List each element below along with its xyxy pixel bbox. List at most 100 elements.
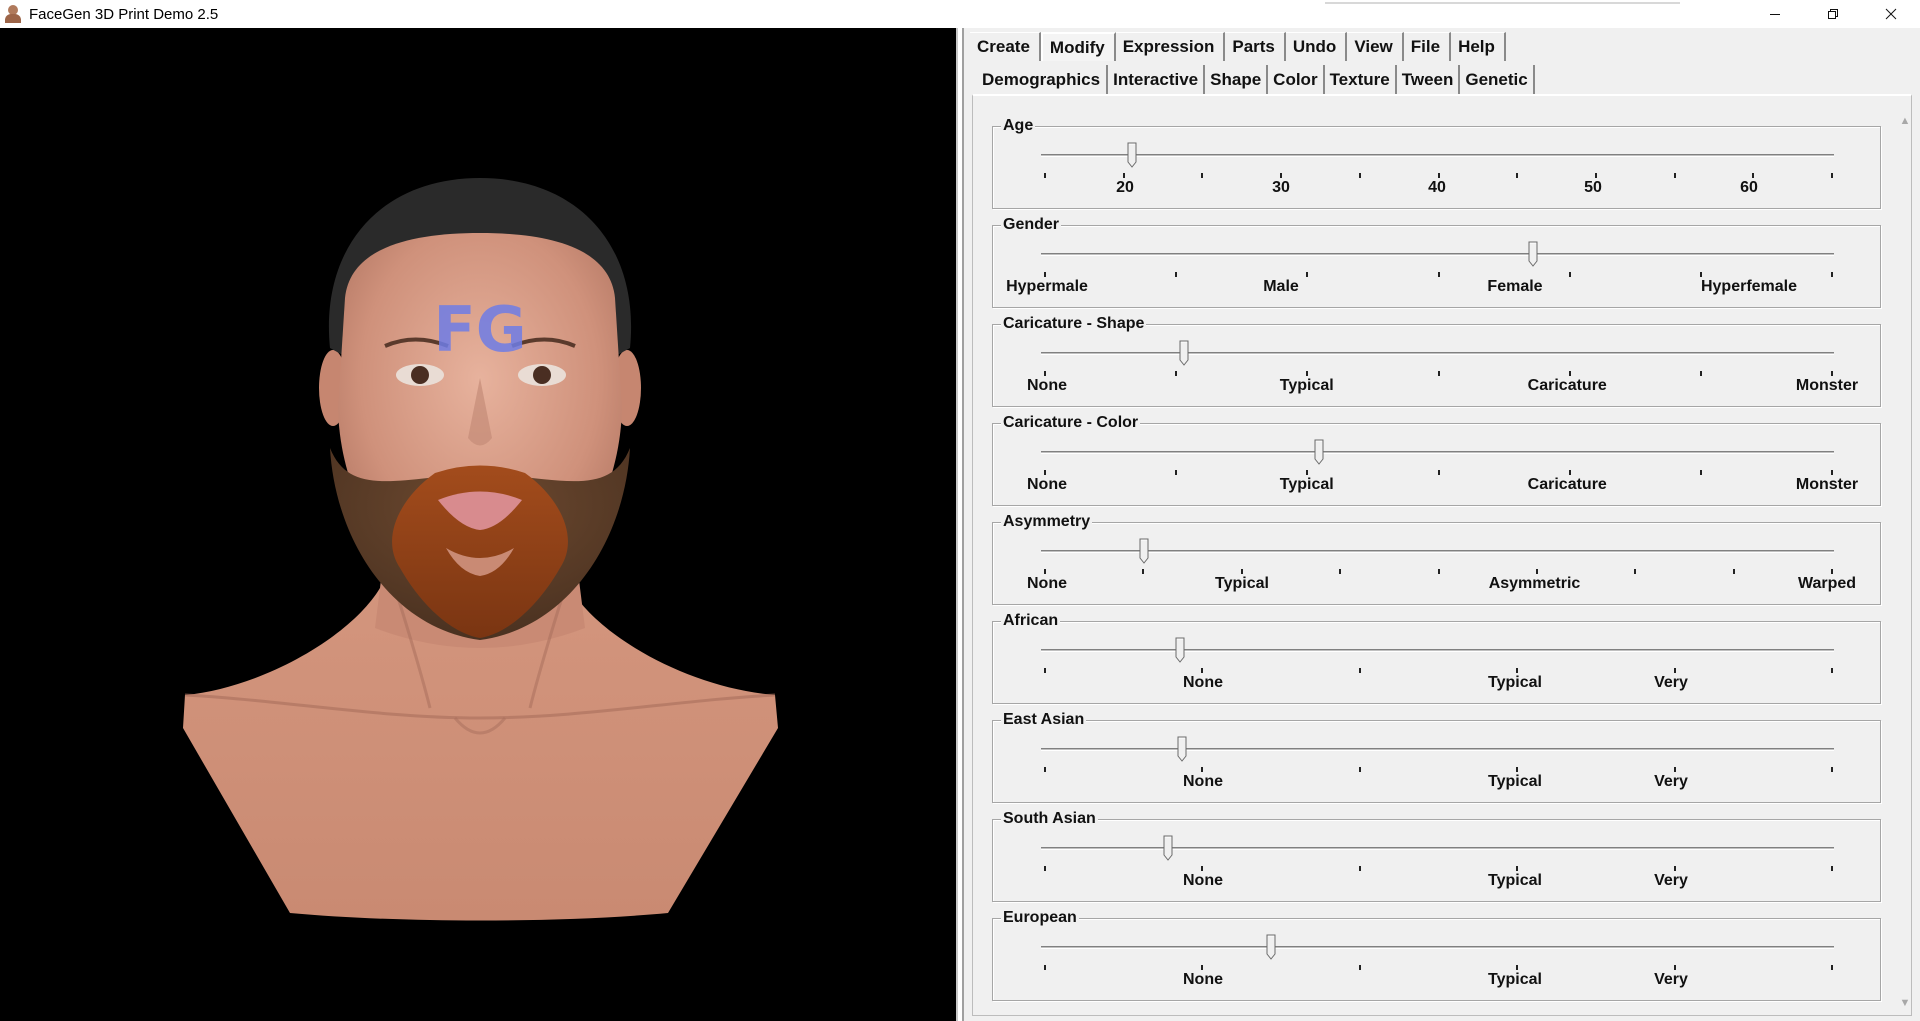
slider-tick xyxy=(1673,173,1676,178)
control-panel: Create Modify Expression Parts Undo View File H… xyxy=(962,28,1920,1021)
slider-thumb-caricature-shape[interactable] xyxy=(1179,340,1189,366)
vertical-scrollbar[interactable]: ▲ ▼ xyxy=(1896,112,1914,1012)
slider-tick xyxy=(1280,173,1283,178)
tick-label: Typical xyxy=(1488,872,1542,889)
slider-tick xyxy=(1358,866,1361,871)
slider-tick xyxy=(1634,569,1637,574)
slider-tick xyxy=(1732,569,1735,574)
tick-label: Typical xyxy=(1488,773,1542,790)
subtab-color[interactable]: Color xyxy=(1268,65,1325,94)
subtab-shape[interactable]: Shape xyxy=(1205,65,1269,94)
title-bar-divider xyxy=(1325,0,1680,4)
slider-tick xyxy=(1175,371,1178,376)
tab-undo[interactable]: Undo xyxy=(1285,32,1348,61)
slider-tick xyxy=(1535,569,1538,574)
slider-track-african[interactable] xyxy=(1041,649,1834,652)
subtab-texture[interactable]: Texture xyxy=(1325,65,1397,94)
slider-tick xyxy=(1201,767,1204,772)
close-button[interactable] xyxy=(1862,0,1920,28)
slider-track-asymmetry[interactable] xyxy=(1041,550,1834,553)
slider-label-caricature-shape: Caricature - Shape xyxy=(1001,315,1147,333)
slider-thumb-african[interactable] xyxy=(1175,637,1185,663)
slider-tick xyxy=(1437,371,1440,376)
slider-tick xyxy=(1831,965,1833,970)
tab-create[interactable]: Create xyxy=(970,32,1041,61)
slider-thumb-gender[interactable] xyxy=(1528,241,1538,267)
slider-tick xyxy=(1673,866,1676,871)
restore-button[interactable] xyxy=(1804,0,1862,28)
scroll-down-icon[interactable]: ▼ xyxy=(1896,994,1914,1012)
slider-tick xyxy=(1699,371,1702,376)
subtab-tween[interactable]: Tween xyxy=(1397,65,1461,94)
slider-track-caricature-shape[interactable] xyxy=(1041,352,1834,355)
slider-tick xyxy=(1044,272,1046,277)
tick-label: Typical xyxy=(1215,575,1269,592)
slider-track-south-asian[interactable] xyxy=(1041,847,1834,850)
slider-group-age: Age 20 30 40 50 60 xyxy=(992,117,1881,209)
slider-tick xyxy=(1358,767,1361,772)
tab-file[interactable]: File xyxy=(1403,32,1452,61)
minimize-button[interactable] xyxy=(1746,0,1804,28)
slider-tick xyxy=(1175,272,1178,277)
slider-tick xyxy=(1142,569,1145,574)
slider-tick xyxy=(1306,470,1309,475)
slider-tick xyxy=(1673,767,1676,772)
slider-tick xyxy=(1594,173,1597,178)
slider-tick xyxy=(1831,668,1833,673)
tab-help[interactable]: Help xyxy=(1451,32,1506,61)
slider-track-age[interactable] xyxy=(1041,154,1834,157)
tick-label: Typical xyxy=(1488,674,1542,691)
slider-thumb-east-asian[interactable] xyxy=(1177,736,1187,762)
subtab-demographics[interactable]: Demographics xyxy=(978,65,1109,94)
tab-view[interactable]: View xyxy=(1347,32,1404,61)
slider-label-asymmetry: Asymmetry xyxy=(1001,513,1093,531)
slider-track-east-asian[interactable] xyxy=(1041,748,1834,751)
tab-parts[interactable]: Parts xyxy=(1225,32,1286,61)
slider-tick xyxy=(1516,767,1519,772)
slider-thumb-caricature-color[interactable] xyxy=(1314,439,1324,465)
tab-expression[interactable]: Expression xyxy=(1115,32,1226,61)
slider-label-gender: Gender xyxy=(1001,216,1062,234)
slider-tick xyxy=(1044,866,1046,871)
slider-label-age: Age xyxy=(1001,117,1036,135)
title-bar: FaceGen 3D Print Demo 2.5 xyxy=(0,0,1920,28)
subtab-genetic[interactable]: Genetic xyxy=(1460,65,1535,94)
subtab-interactive[interactable]: Interactive xyxy=(1108,65,1206,94)
tick-label: 60 xyxy=(1740,179,1758,196)
slider-track-european[interactable] xyxy=(1041,946,1834,949)
tick-label: Typical xyxy=(1279,377,1334,394)
slider-tick xyxy=(1044,173,1046,178)
slider-tick xyxy=(1568,470,1571,475)
3d-viewport[interactable]: FG xyxy=(0,28,958,1021)
scroll-up-icon[interactable]: ▲ xyxy=(1896,112,1914,130)
slider-tick xyxy=(1240,569,1243,574)
slider-thumb-age[interactable] xyxy=(1127,142,1137,168)
slider-label-caricature-color: Caricature - Color xyxy=(1001,414,1141,432)
tick-label: Male xyxy=(1263,278,1299,295)
slider-tick xyxy=(1437,272,1440,277)
slider-tick xyxy=(1673,668,1676,673)
slider-track-caricature-color[interactable] xyxy=(1041,451,1834,454)
tick-label: None xyxy=(1183,971,1223,988)
slider-thumb-european[interactable] xyxy=(1266,934,1276,960)
tick-label: Very xyxy=(1654,773,1688,790)
slider-tick xyxy=(1568,371,1571,376)
slider-tick xyxy=(1175,470,1178,475)
slider-label-african: African xyxy=(1001,612,1061,630)
slider-thumb-asymmetry[interactable] xyxy=(1139,538,1149,564)
slider-group-asymmetry: Asymmetry None Typical Asymmetric Warped xyxy=(992,513,1881,605)
slider-tick xyxy=(1831,569,1833,574)
slider-label-south-asian: South Asian xyxy=(1001,810,1098,828)
tab-modify[interactable]: Modify xyxy=(1040,32,1116,61)
slider-tick xyxy=(1044,668,1046,673)
tick-label: Very xyxy=(1654,872,1688,889)
slider-thumb-south-asian[interactable] xyxy=(1163,835,1173,861)
tick-label: None xyxy=(1027,377,1067,394)
slider-tick xyxy=(1201,965,1204,970)
slider-track-gender[interactable] xyxy=(1041,253,1834,256)
slider-tick xyxy=(1044,965,1046,970)
tick-label: Typical xyxy=(1279,476,1334,493)
slider-tick xyxy=(1516,965,1519,970)
tick-label: None xyxy=(1183,674,1223,691)
tick-label: 40 xyxy=(1428,179,1446,196)
